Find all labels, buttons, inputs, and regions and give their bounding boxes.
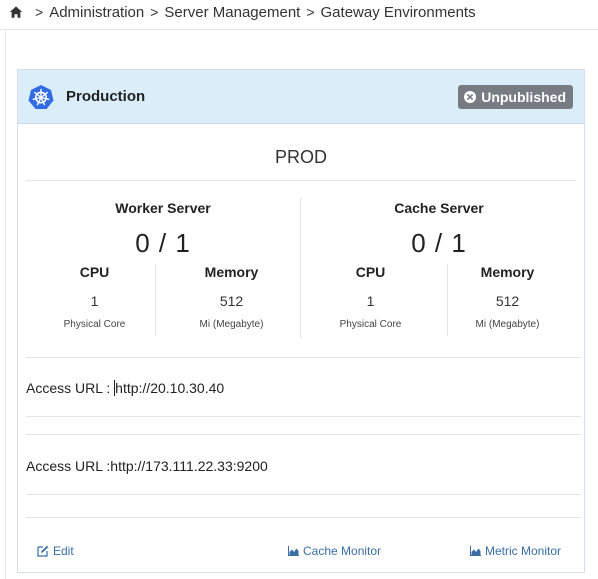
worker-cpu-value: 1 xyxy=(90,293,99,309)
access-url-label: Access URL : xyxy=(26,458,111,474)
kubernetes-icon xyxy=(28,85,54,109)
divider xyxy=(26,434,581,435)
worker-memory-label: Memory xyxy=(204,264,259,280)
cache-cpu-unit: Physical Core xyxy=(339,319,402,330)
close-circle-icon xyxy=(464,91,477,103)
worker-cpu-unit: Physical Core xyxy=(63,319,126,330)
worker-memory-unit: Mi (Megabyte) xyxy=(199,319,264,330)
edit-icon xyxy=(37,545,49,557)
area-chart-icon xyxy=(288,546,299,556)
worker-server-title: Worker Server xyxy=(115,200,211,216)
cache-memory-label: Memory xyxy=(480,264,535,280)
breadcrumb-server-management[interactable]: Server Management xyxy=(164,4,300,21)
header-divider xyxy=(0,29,598,30)
status-badge: Unpublished xyxy=(458,85,573,109)
breadcrumb-separator: > xyxy=(35,4,44,20)
divider xyxy=(26,494,581,495)
edit-button[interactable]: Edit xyxy=(37,544,74,558)
breadcrumb-gateway-environments: Gateway Environments xyxy=(320,3,476,21)
cache-cpu-label: CPU xyxy=(355,264,386,280)
access-url-link[interactable]: http://173.111.22.33:9200 xyxy=(110,458,268,474)
metric-monitor-label: Metric Monitor xyxy=(485,544,562,558)
breadcrumb-administration[interactable]: Administration xyxy=(49,4,144,21)
edit-label: Edit xyxy=(53,544,74,558)
home-icon[interactable] xyxy=(9,5,23,19)
breadcrumb-separator: > xyxy=(306,4,315,20)
divider xyxy=(26,357,581,358)
cache-server-count: 0 / 1 xyxy=(411,228,467,258)
environment-card: Production Unpublished PROD Worker Serve… xyxy=(17,69,585,573)
cache-monitor-button[interactable]: Cache Monitor xyxy=(288,544,381,558)
metric-monitor-button[interactable]: Metric Monitor xyxy=(470,544,561,558)
card-title: Production xyxy=(66,88,146,105)
area-chart-icon xyxy=(470,546,481,556)
access-url-link[interactable]: http://20.10.30.40 xyxy=(115,380,224,396)
cache-memory-value: 512 xyxy=(495,293,520,309)
cache-memory-unit: Mi (Megabyte) xyxy=(475,319,540,330)
card-header: Production Unpublished xyxy=(18,70,584,124)
cache-memory: Memory 512 Mi (Megabyte) xyxy=(439,264,576,330)
worker-cpu-label: CPU xyxy=(79,264,110,280)
access-url-row: Access URL :http://173.111.22.33:9200 xyxy=(26,458,268,474)
worker-server-panel: Worker Server 0 / 1 CPU 1 Physical Core … xyxy=(26,198,300,338)
cache-cpu: CPU 1 Physical Core xyxy=(302,264,439,330)
metric-divider xyxy=(155,264,156,336)
environment-name: PROD xyxy=(274,147,327,167)
cache-cpu-value: 1 xyxy=(366,293,375,309)
status-badge-label: Unpublished xyxy=(481,89,566,105)
divider xyxy=(26,416,581,417)
access-url-row: Access URL : http://20.10.30.40 xyxy=(26,380,224,396)
divider xyxy=(26,180,576,181)
worker-memory-value: 512 xyxy=(219,293,244,309)
worker-memory: Memory 512 Mi (Megabyte) xyxy=(163,264,300,330)
cache-server-title: Cache Server xyxy=(394,200,484,216)
cache-server-panel: Cache Server 0 / 1 CPU 1 Physical Core M… xyxy=(302,198,576,338)
worker-server-count: 0 / 1 xyxy=(135,228,191,258)
breadcrumb: > Administration > Server Management > G… xyxy=(9,2,476,22)
divider xyxy=(26,517,581,518)
worker-cpu: CPU 1 Physical Core xyxy=(26,264,163,330)
left-border xyxy=(5,30,6,579)
cache-monitor-label: Cache Monitor xyxy=(303,544,382,558)
server-divider xyxy=(300,198,301,338)
access-url-label: Access URL : xyxy=(26,380,115,396)
breadcrumb-separator: > xyxy=(150,4,159,20)
